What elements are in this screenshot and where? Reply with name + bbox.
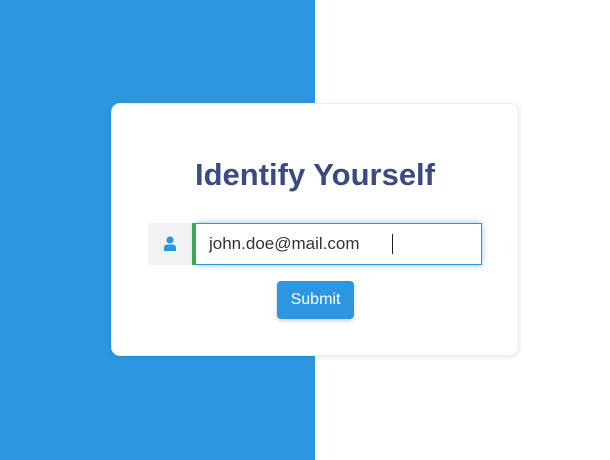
user-icon-box — [148, 223, 192, 265]
identify-card: Identify Yourself Submit — [111, 103, 519, 356]
email-input[interactable] — [196, 223, 482, 265]
user-icon — [164, 236, 176, 251]
submit-button[interactable]: Submit — [277, 281, 354, 319]
text-caret — [392, 234, 393, 254]
email-field-row — [148, 223, 482, 265]
card-title: Identify Yourself — [194, 157, 435, 192]
